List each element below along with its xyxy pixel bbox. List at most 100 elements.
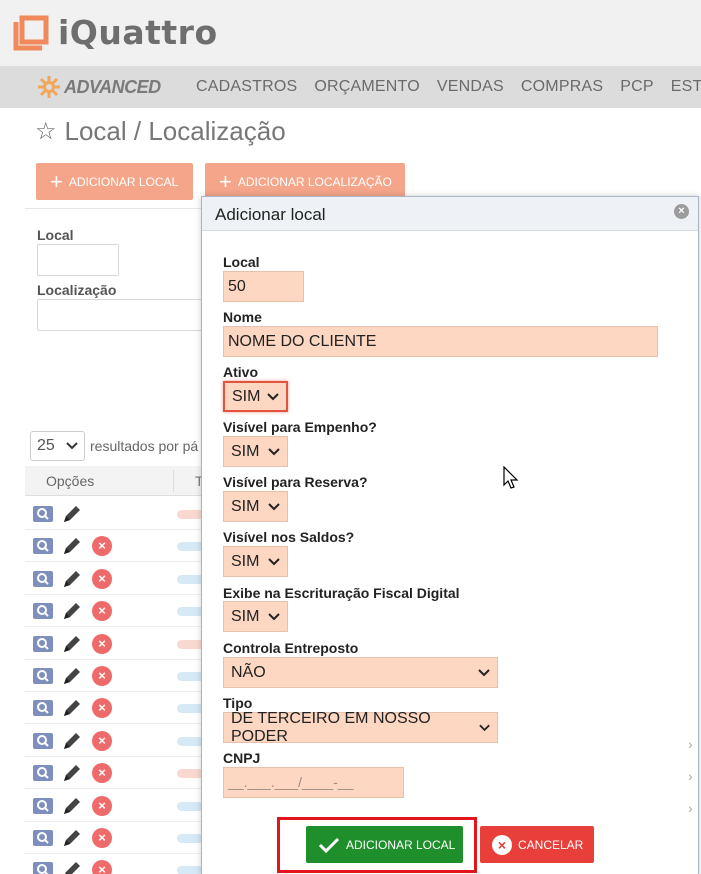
table-row: ×: [25, 757, 205, 790]
table-row: ×: [25, 854, 205, 874]
chevron-down-icon: [268, 557, 280, 565]
pencil-icon[interactable]: [61, 795, 83, 817]
view-icon[interactable]: [33, 765, 53, 782]
chevron-down-icon: [268, 612, 280, 620]
view-icon[interactable]: [33, 668, 53, 684]
filter-panel: Local Localização: [25, 208, 205, 331]
entreposto-value: NÃO: [231, 663, 266, 681]
table-row: ×: [25, 822, 205, 854]
pencil-icon[interactable]: [61, 859, 83, 874]
filter-localizacao-label: Localização: [37, 282, 117, 298]
chevron-down-icon: [478, 668, 490, 676]
nav-item-estoque[interactable]: ESTOQ: [671, 78, 701, 96]
delete-icon[interactable]: ×: [92, 601, 112, 622]
logo-icon: [13, 15, 49, 51]
entreposto-select[interactable]: NÃO: [223, 657, 498, 688]
filter-local-input[interactable]: [37, 244, 119, 276]
saldos-select[interactable]: SIM: [223, 546, 288, 577]
table-row: ×: [25, 692, 205, 725]
add-local-button[interactable]: + ADICIONAR LOCAL: [36, 163, 193, 200]
filter-localizacao-input[interactable]: [37, 299, 205, 331]
ativo-label: Ativo: [223, 364, 258, 380]
view-icon[interactable]: [33, 538, 53, 555]
ativo-value: SIM: [232, 387, 261, 405]
brand-label: ADVANCED: [64, 76, 161, 97]
column-separator: [173, 470, 174, 492]
table-row: [25, 498, 205, 530]
reserva-label: Visível para Reserva?: [223, 474, 368, 490]
tipo-select[interactable]: DE TERCEIRO EM NOSSO PODER: [223, 710, 498, 745]
nav-item-compras[interactable]: COMPRAS: [521, 78, 603, 96]
nav-item-pcp[interactable]: PCP: [620, 78, 654, 96]
add-local-label: ADICIONAR LOCAL: [68, 174, 179, 189]
plus-icon: +: [50, 168, 63, 194]
pencil-icon[interactable]: [61, 600, 83, 622]
pencil-icon[interactable]: [61, 827, 83, 849]
confirm-add-local-button[interactable]: ADICIONAR LOCAL: [306, 826, 463, 863]
chevron-down-icon: [268, 447, 280, 455]
pencil-icon[interactable]: [61, 503, 83, 525]
per-page-control: 25 resultados por pá: [30, 431, 198, 461]
pencil-icon[interactable]: [61, 697, 83, 719]
view-icon[interactable]: [33, 570, 53, 587]
delete-icon[interactable]: ×: [92, 536, 112, 557]
pencil-icon[interactable]: [61, 568, 83, 590]
delete-icon[interactable]: ×: [92, 730, 112, 751]
nome-label: Nome: [223, 309, 262, 325]
saldos-label: Visível nos Saldos?: [223, 529, 355, 545]
view-icon[interactable]: [33, 506, 53, 522]
delete-icon[interactable]: ×: [92, 860, 112, 874]
ativo-select[interactable]: SIM: [223, 381, 288, 412]
view-icon[interactable]: [33, 862, 53, 874]
delete-icon[interactable]: ×: [92, 828, 112, 848]
delete-icon[interactable]: ×: [92, 633, 112, 654]
pencil-icon[interactable]: [61, 665, 83, 687]
view-icon[interactable]: [33, 797, 53, 814]
nav-item-cadastros[interactable]: CADASTROS: [196, 78, 297, 96]
cnpj-input[interactable]: __.___.___/____-__: [223, 767, 404, 798]
chevron-down-icon: [268, 502, 280, 510]
close-icon[interactable]: ×: [674, 204, 689, 219]
main-navbar: ADVANCED CADASTROS ORÇAMENTO VENDAS COMP…: [0, 66, 701, 108]
table-row: ×: [25, 660, 205, 692]
view-icon[interactable]: [33, 603, 53, 620]
star-icon[interactable]: ☆: [35, 117, 57, 146]
view-icon[interactable]: [33, 635, 53, 652]
pencil-icon[interactable]: [61, 633, 83, 655]
nav-item-vendas[interactable]: VENDAS: [437, 78, 504, 96]
close-icon: ×: [492, 834, 512, 855]
options-column-header: Opções: [46, 473, 95, 489]
nav-item-orcamento[interactable]: ORÇAMENTO: [314, 78, 420, 96]
chevron-down-icon: [267, 392, 279, 400]
pencil-icon[interactable]: [61, 762, 83, 784]
delete-icon[interactable]: ×: [92, 795, 112, 816]
view-icon[interactable]: [33, 700, 53, 717]
delete-icon[interactable]: ×: [92, 568, 112, 589]
cnpj-placeholder: __.___.___/____-__: [228, 774, 354, 790]
chevron-down-icon: [66, 442, 78, 450]
cancel-button[interactable]: × CANCELAR: [480, 826, 594, 863]
escrituracao-value: SIM: [231, 607, 260, 625]
escrituracao-select[interactable]: SIM: [223, 601, 288, 632]
reserva-select[interactable]: SIM: [223, 491, 288, 522]
nome-input[interactable]: NOME DO CLIENTE: [223, 326, 658, 357]
view-icon[interactable]: [33, 830, 53, 846]
delete-icon[interactable]: ×: [92, 666, 112, 686]
delete-icon[interactable]: ×: [92, 763, 112, 784]
table-row: ×: [25, 563, 205, 595]
delete-icon[interactable]: ×: [92, 698, 112, 719]
scroll-edge-marker: ›: [688, 800, 693, 816]
grid-header: Opções T: [25, 466, 205, 496]
add-localizacao-button[interactable]: + ADICIONAR LOCALIZAÇÃO: [205, 163, 405, 200]
table-row: ×: [25, 790, 205, 822]
view-icon[interactable]: [33, 732, 53, 749]
pencil-icon[interactable]: [61, 535, 83, 557]
top-bar: iQuattro: [0, 0, 701, 66]
dialog-header: Adicionar local ×: [202, 197, 698, 231]
pencil-icon[interactable]: [61, 730, 83, 752]
cancel-label: CANCELAR: [518, 837, 584, 852]
nav-brand[interactable]: ADVANCED: [37, 76, 161, 98]
local-input[interactable]: 50: [223, 271, 304, 302]
per-page-select[interactable]: 25: [30, 431, 85, 461]
empenho-select[interactable]: SIM: [223, 436, 288, 467]
